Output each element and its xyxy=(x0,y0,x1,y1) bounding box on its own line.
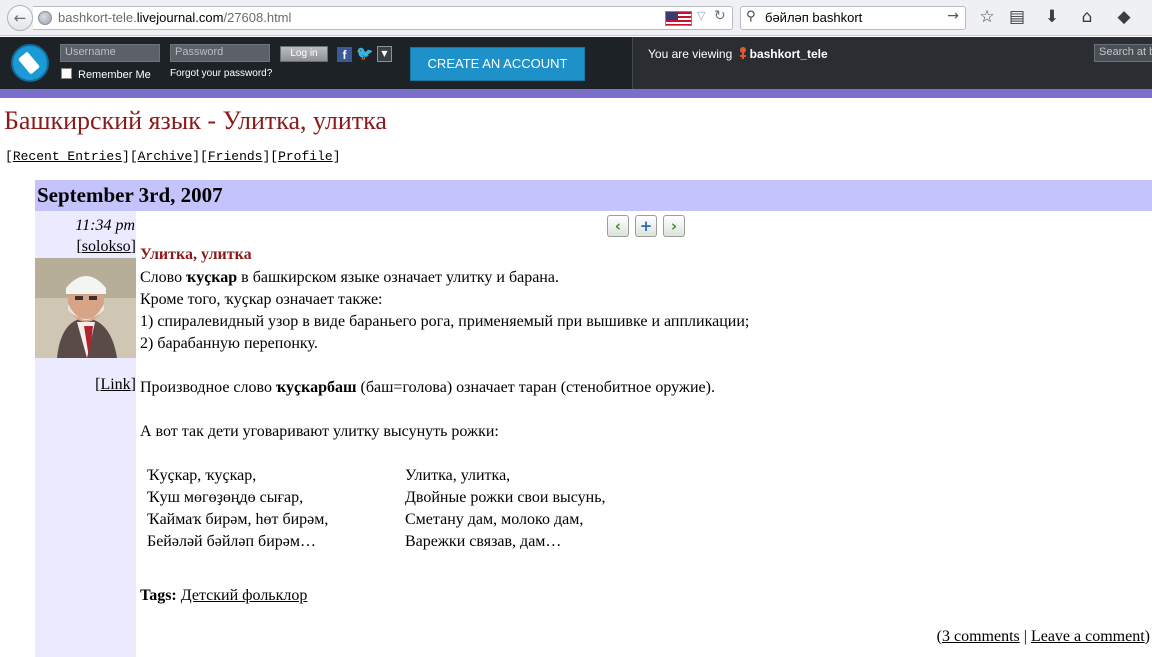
poem-table: Ҡуҫкар, ҡуҫкар, Ҡуш мөгөҙөңдө сығар, Ҡай… xyxy=(140,465,1140,553)
lj-search-input[interactable]: Search at b xyxy=(1094,44,1152,62)
search-go-icon[interactable]: → xyxy=(947,8,959,24)
journal-nav: [Recent Entries][Archive][Friends][Profi… xyxy=(5,149,341,164)
back-arrow-icon: ← xyxy=(13,9,27,27)
viewing-username[interactable]: bashkort_tele xyxy=(750,47,828,61)
reload-icon[interactable]: ↻ xyxy=(714,8,726,24)
user-head-icon[interactable] xyxy=(737,46,749,60)
entry-paragraph: Производное слово ҡуҫкарбаш (баш=голова)… xyxy=(140,379,715,396)
entry-subject: Улитка, улитка xyxy=(140,246,252,263)
back-button[interactable]: ← xyxy=(7,5,33,31)
entry-paragraph: Кроме того, ҡуҫкар означает также: xyxy=(140,291,383,308)
password-input[interactable]: Password xyxy=(170,44,270,62)
comments-link[interactable]: 3 comments xyxy=(942,628,1020,645)
add-memory-icon[interactable]: + xyxy=(635,215,657,237)
entry-sidebar: 11:34 pm [solokso] [Link] xyxy=(35,211,136,657)
entry-date-header: September 3rd, 2007 xyxy=(35,180,1152,211)
nav-archive[interactable]: Archive xyxy=(138,149,193,164)
entry-permalink: [Link] xyxy=(95,376,136,393)
entry-link[interactable]: Link xyxy=(100,376,130,393)
login-button[interactable]: Log in xyxy=(280,46,328,62)
remember-me-checkbox[interactable] xyxy=(61,68,72,79)
nav-profile[interactable]: Profile xyxy=(278,149,333,164)
remember-me-label: Remember Me xyxy=(78,69,151,81)
nav-friends[interactable]: Friends xyxy=(208,149,263,164)
pocket-icon[interactable]: ◆ xyxy=(1113,6,1135,28)
search-icon: ⚲ xyxy=(746,9,756,24)
lj-header-viewing-area xyxy=(632,37,1152,89)
url-text: bashkort-tele.livejournal.com/27608.html xyxy=(58,10,292,25)
facebook-icon[interactable]: f xyxy=(337,47,352,62)
bookmark-star-icon[interactable]: ☆ xyxy=(976,6,998,28)
leave-comment-link[interactable]: Leave a comment xyxy=(1031,628,1145,645)
entry-author: [solokso] xyxy=(76,238,136,255)
entry-paragraph: Слово ҡуҫкар в башкирском языке означает… xyxy=(140,269,559,286)
entry-tags: Tags: Детский фольклор xyxy=(140,587,308,604)
address-bar[interactable]: bashkort-tele.livejournal.com/27608.html… xyxy=(33,6,733,30)
forgot-password-link[interactable]: Forgot your password? xyxy=(170,68,272,79)
twitter-icon[interactable]: 🐦 xyxy=(356,46,373,62)
entry-comments: (3 comments | Leave a comment) xyxy=(936,628,1150,645)
globe-icon xyxy=(38,11,52,25)
next-entry-icon[interactable]: › xyxy=(663,215,685,237)
viewing-info: You are viewing bashkort_tele xyxy=(648,46,828,61)
dropdown-triangle-icon[interactable]: ▽ xyxy=(697,9,705,22)
poem-bashkir: Ҡуҫкар, ҡуҫкар, Ҡуш мөгөҙөңдө сығар, Ҡай… xyxy=(147,467,329,550)
browser-search-box[interactable]: ⚲ бәйләп bashkort → xyxy=(740,6,966,30)
create-account-button[interactable]: CREATE AN ACCOUNT xyxy=(410,47,585,81)
search-query: бәйләп bashkort xyxy=(765,10,863,25)
previous-entry-icon[interactable]: ‹ xyxy=(607,215,629,237)
entry-paragraph: 2) барабанную перепонку. xyxy=(140,335,318,352)
nav-recent-entries[interactable]: Recent Entries xyxy=(13,149,122,164)
username-input[interactable]: Username xyxy=(60,44,160,62)
entry-author-link[interactable]: solokso xyxy=(82,238,131,255)
poem-russian: Улитка, улитка, Двойные рожки свои высун… xyxy=(405,467,606,550)
entry-paragraph: А вот так дети уговаривают улитку высуну… xyxy=(140,423,499,440)
entry-paragraph: 1) спиралевидный узор в виде бараньего р… xyxy=(140,313,750,330)
userpic-image xyxy=(35,258,136,358)
entry-body: Улитка, улитка Слово ҡуҫкар в башкирском… xyxy=(140,245,1140,607)
entry-time: 11:34 pm xyxy=(75,217,135,234)
tag-link[interactable]: Детский фольклор xyxy=(181,587,308,604)
livejournal-logo-icon[interactable] xyxy=(11,44,49,82)
journal-title: Башкирский язык - Улитка, улитка xyxy=(4,106,387,135)
bookmarks-list-icon[interactable]: ▤ xyxy=(1006,6,1028,28)
more-login-options-icon[interactable]: ▼ xyxy=(377,46,392,62)
home-icon[interactable]: ⌂ xyxy=(1076,6,1098,28)
us-flag-icon[interactable] xyxy=(665,11,692,26)
userpic-avatar[interactable] xyxy=(35,258,136,358)
lj-header-accent xyxy=(0,89,1152,98)
downloads-icon[interactable]: ⬇ xyxy=(1041,6,1063,28)
